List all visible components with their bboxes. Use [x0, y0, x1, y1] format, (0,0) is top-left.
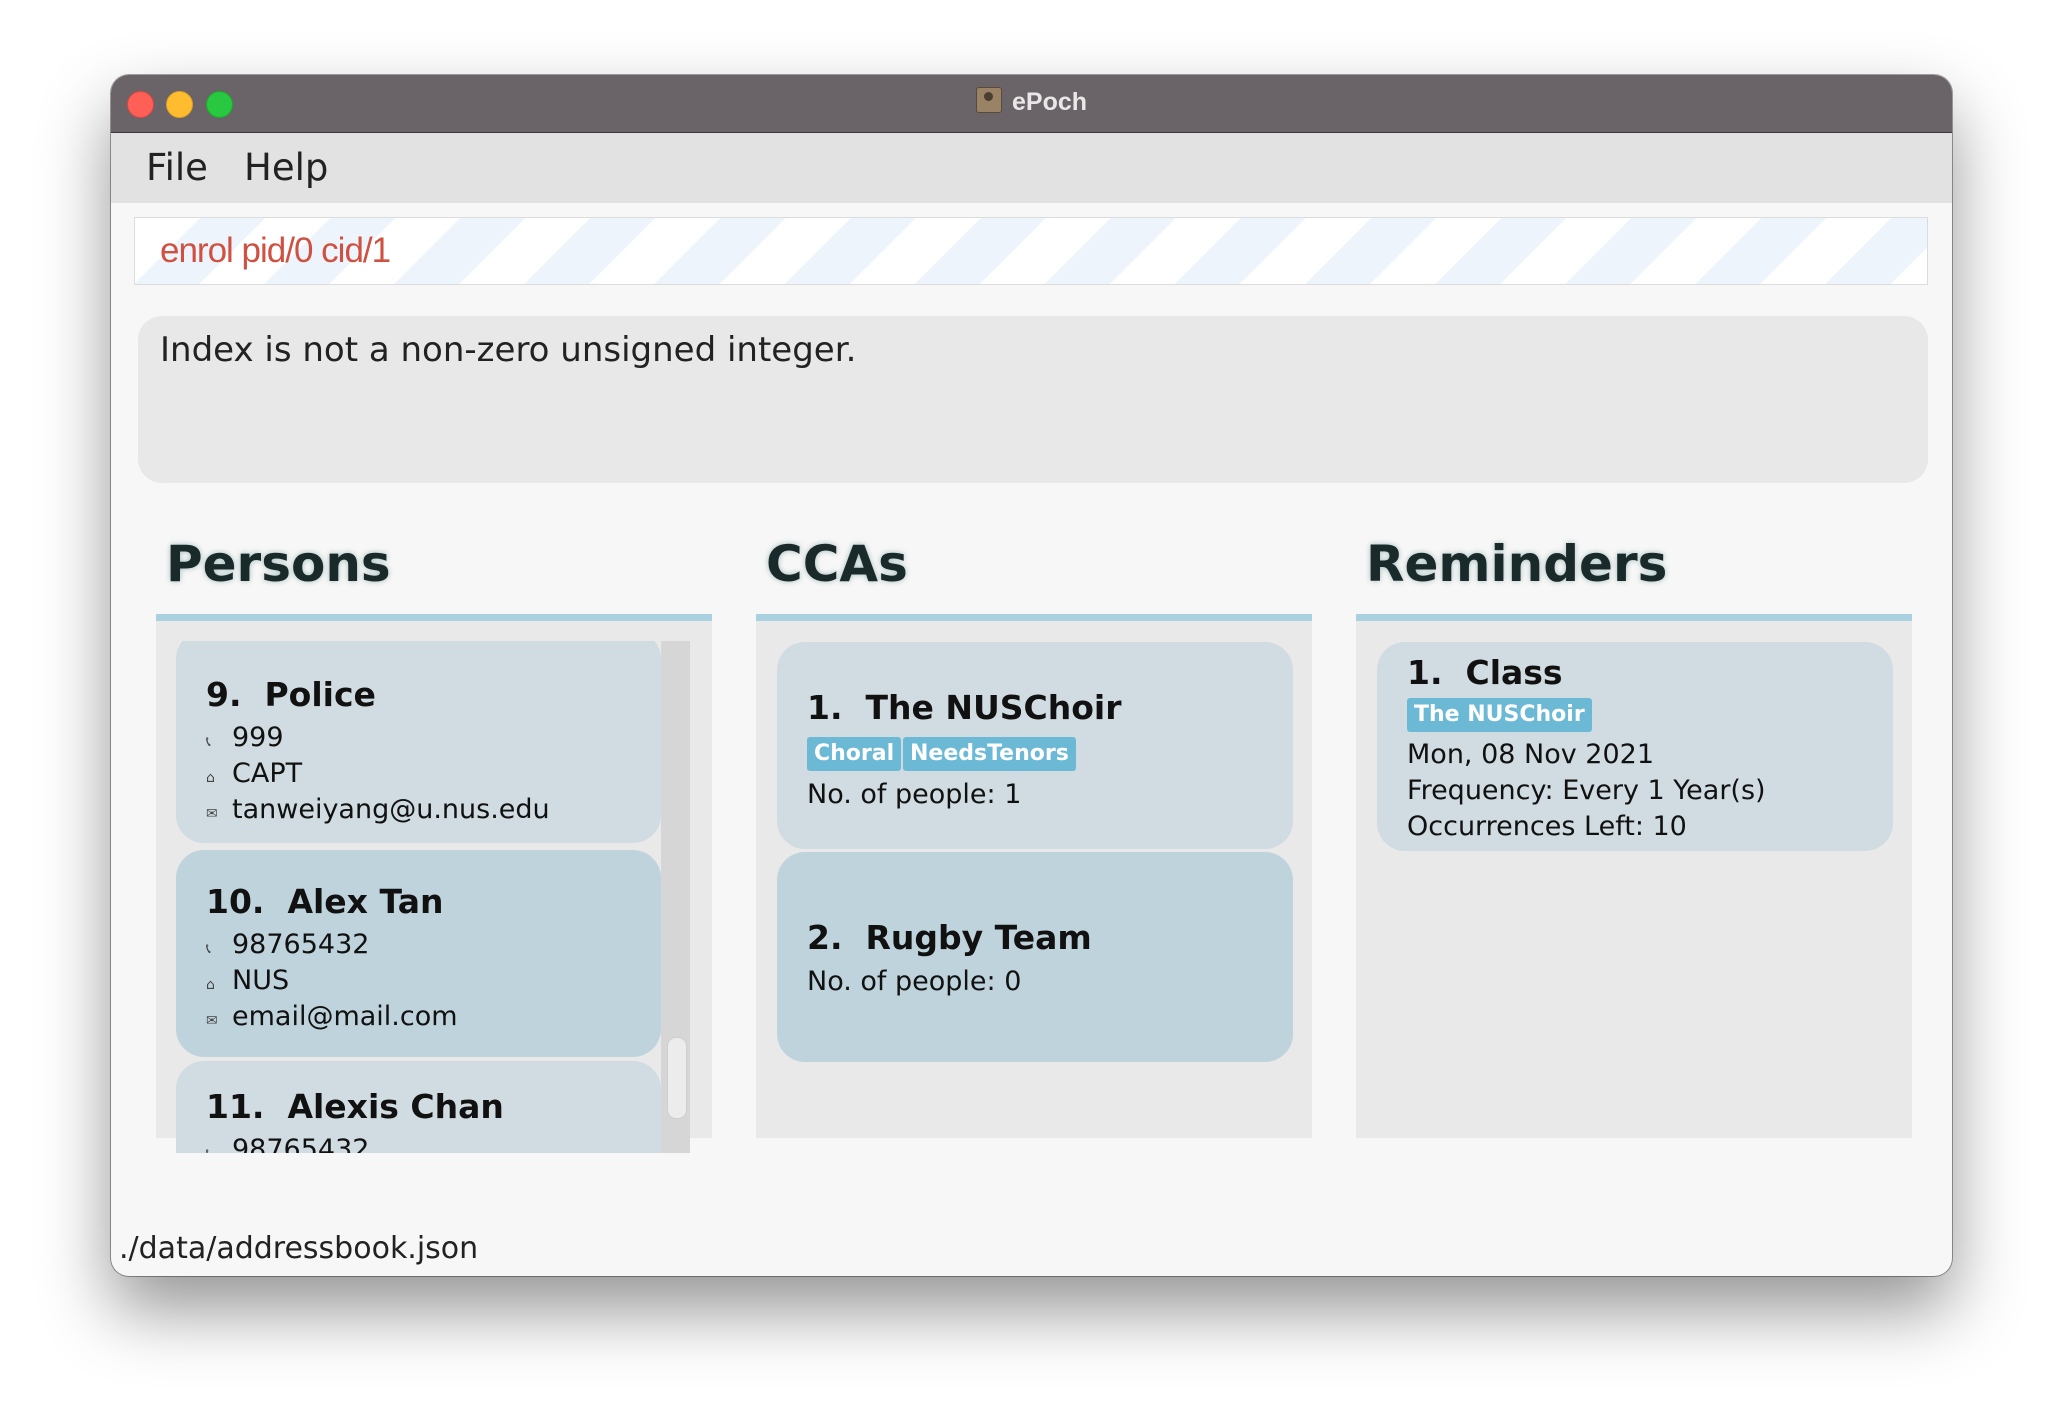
reminder-card[interactable]: 1. Class The NUSChoir Mon, 08 Nov 2021 F…: [1377, 642, 1893, 851]
person-card[interactable]: 10. Alex Tan 📞︎ 98765432 ⌂ NUS ✉ email@mail…: [176, 850, 661, 1057]
person-index: 10.: [206, 882, 265, 921]
result-display-text: Index is not a non-zero unsigned integer…: [160, 330, 857, 370]
reminders-panel-divider: [1356, 614, 1912, 621]
reminder-name: Class: [1465, 653, 1563, 692]
window-title: ePoch: [111, 87, 1952, 117]
menu-file[interactable]: File: [146, 146, 208, 189]
menu-help[interactable]: Help: [244, 146, 328, 189]
cca-people-count: No. of people: 0: [807, 966, 1022, 997]
window-title-text: ePoch: [1011, 88, 1088, 116]
persons-panel-divider: [156, 614, 712, 621]
persons-panel-title: Persons: [166, 535, 391, 593]
cca-people-count: No. of people: 1: [807, 779, 1022, 810]
person-card[interactable]: 9. Police 📞︎ 999 ⌂ CAPT ✉ tanweiyang@u.nus.…: [176, 641, 661, 843]
cca-name: The NUSChoir: [865, 688, 1122, 727]
persons-scrollbar-thumb[interactable]: [667, 1037, 687, 1119]
reminder-occurrences: Occurrences Left: 10: [1407, 811, 1687, 842]
person-phone: 999: [232, 722, 284, 753]
person-card[interactable]: 11. Alexis Chan 📞︎ 98765432: [176, 1061, 661, 1153]
ccas-panel-divider: [756, 614, 1312, 621]
app-window: ePoch File Help enrol pid/0 cid/1 Index …: [111, 75, 1952, 1276]
reminder-date: Mon, 08 Nov 2021: [1407, 739, 1655, 770]
reminder-cca-tag: The NUSChoir: [1407, 698, 1592, 732]
cca-tag: Choral: [807, 737, 902, 771]
mail-icon: ✉: [206, 1013, 218, 1029]
home-icon: ⌂: [206, 977, 215, 993]
person-address: NUS: [232, 965, 290, 996]
person-name: Alexis Chan: [287, 1087, 504, 1126]
cca-index: 1.: [807, 688, 843, 727]
ccas-panel-title: CCAs: [766, 535, 908, 593]
person-name: Police: [264, 675, 376, 714]
reminder-frequency: Frequency: Every 1 Year(s): [1407, 775, 1766, 806]
reminder-index: 1.: [1407, 653, 1443, 692]
cca-name: Rugby Team: [865, 918, 1092, 957]
cca-card[interactable]: 1. The NUSChoir Choral NeedsTenors No. o…: [777, 642, 1293, 849]
person-address: CAPT: [232, 758, 303, 789]
cca-tag: NeedsTenors: [903, 737, 1076, 771]
cca-index: 2.: [807, 918, 843, 957]
person-email: email@mail.com: [232, 1001, 458, 1032]
person-index: 11.: [206, 1087, 265, 1126]
person-phone: 98765432: [232, 929, 370, 960]
person-index: 9.: [206, 675, 242, 714]
cca-card[interactable]: 2. Rugby Team No. of people: 0: [777, 852, 1293, 1062]
reminders-panel-title: Reminders: [1366, 535, 1668, 593]
app-icon: [975, 87, 1002, 113]
status-bar-path: ./data/addressbook.json: [119, 1231, 479, 1266]
phone-icon: 📞︎: [206, 734, 211, 750]
phone-icon: 📞︎: [206, 941, 211, 957]
command-input-value: enrol pid/0 cid/1: [160, 231, 391, 270]
phone-icon: 📞︎: [206, 1146, 220, 1153]
menu-bar: File Help: [111, 133, 1952, 203]
title-bar[interactable]: ePoch: [111, 75, 1952, 133]
person-name: Alex Tan: [287, 882, 444, 921]
command-input[interactable]: [134, 217, 1928, 285]
persons-list[interactable]: 9. Police 📞︎ 999 ⌂ CAPT ✉ tanweiyang@u.nus.…: [176, 641, 661, 1153]
home-icon: ⌂: [206, 770, 215, 786]
person-email: tanweiyang@u.nus.edu: [232, 794, 550, 825]
mail-icon: ✉: [206, 806, 218, 822]
person-phone: 98765432: [232, 1134, 370, 1153]
